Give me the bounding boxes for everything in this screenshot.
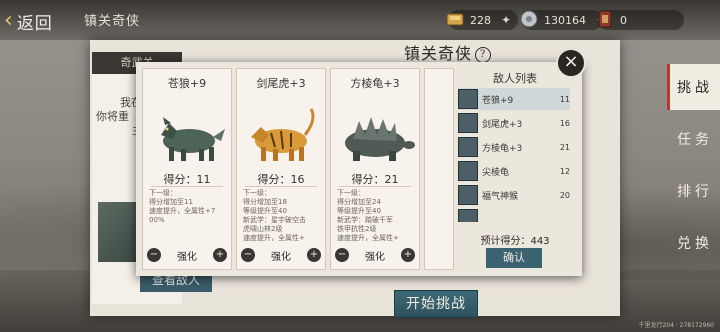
footer-id: 千里龙行204 · 278172960	[638, 322, 714, 329]
upgrade-row: − 强化 +	[241, 247, 321, 263]
enemy-card-partial	[424, 68, 454, 270]
enemy-score: 得分：21	[351, 173, 399, 186]
upgrade-label[interactable]: 强化	[365, 248, 385, 263]
divider	[245, 186, 317, 187]
enemy-score: 得分：16	[257, 173, 305, 186]
back-label: 返回	[16, 13, 53, 34]
enemy-card: 方棱龟+3 得分：21 下一级： 得分增加至24 等级提升至40 新武学：踏破千军 …	[330, 68, 420, 270]
wolf-portrait	[161, 117, 225, 161]
tiger-portrait	[251, 108, 315, 161]
list-item[interactable]: 苍狼+9 11	[458, 88, 570, 110]
tiger-avatar-icon	[458, 113, 478, 133]
increase-level-icon[interactable]: +	[307, 248, 321, 262]
divider	[151, 186, 223, 187]
enemy-name: 剑尾虎+3	[256, 77, 306, 90]
back-chevron-icon: ‹	[4, 8, 13, 33]
upgrade-row: − 强化 +	[335, 247, 415, 263]
increase-level-icon[interactable]: +	[401, 248, 415, 262]
enemy-card: 剑尾虎+3 得分：16 下一级： 得分增加至18 等级提升至40 新武学：星宇破空击…	[236, 68, 326, 270]
enemy-name: 方棱龟+3	[350, 77, 400, 90]
tab-exchange[interactable]: 兑换	[670, 220, 720, 266]
silver-coin-icon	[520, 10, 538, 28]
upgrade-label[interactable]: 强化	[177, 248, 197, 263]
page-title: 镇关奇侠?	[404, 40, 492, 64]
add-gold-icon[interactable]: ✦	[501, 13, 511, 27]
decrease-level-icon[interactable]: −	[335, 248, 349, 262]
gold-ingot-icon	[446, 13, 464, 26]
upgrade-description: 下一级： 得分增加至24 等级提升至40 新武学：踏破千军 铁甲抗性2级 速度提升，全…	[337, 189, 399, 242]
turtle-avatar-icon	[458, 137, 478, 157]
list-item[interactable]: 福气神猴 20	[458, 184, 570, 206]
upgrade-label[interactable]: 强化	[271, 248, 291, 263]
enemy-list-panel: 敌人列表 苍狼+9 11 剑尾虎+3 16 方棱龟+3 21 尖棱龟 12 福气神猴 20…	[456, 68, 574, 268]
silver-value: 130164	[544, 13, 586, 27]
wolf-avatar-icon	[458, 89, 478, 109]
breadcrumb: 镇关奇侠	[84, 14, 141, 29]
turtle-avatar-icon	[458, 161, 478, 181]
token-icon	[598, 10, 612, 28]
upgrade-description: 下一级： 得分增加至18 等级提升至40 新武学：星宇破空击 虎啸山林2级 速度提升，…	[243, 189, 306, 242]
enemy-popup: 苍狼+9 得分：11 下一级： 得分增加至11 速度提升，全属性+7 00% − 强…	[136, 62, 582, 276]
token-value: 0	[620, 13, 627, 27]
turtle-portrait	[345, 117, 415, 161]
enemy-avatar-icon	[458, 209, 478, 222]
close-icon[interactable]: ×	[556, 48, 586, 78]
help-icon[interactable]: ?	[475, 47, 492, 63]
stage-card-text-2: 你将重	[96, 110, 129, 123]
decrease-level-icon[interactable]: −	[241, 248, 255, 262]
gold-resource[interactable]: 228 ✦	[446, 10, 518, 30]
silver-resource[interactable]: 130164 ✦	[520, 10, 606, 30]
tab-challenge[interactable]: 挑战	[667, 64, 720, 110]
upgrade-description: 下一级： 得分增加至11 速度提升，全属性+7 00%	[149, 189, 216, 224]
enemy-list-title: 敌人列表	[493, 72, 537, 85]
back-button[interactable]: ‹ 返回	[4, 8, 53, 34]
enemy-list[interactable]: 苍狼+9 11 剑尾虎+3 16 方棱龟+3 21 尖棱龟 12 福气神猴 20	[458, 88, 570, 222]
monkey-avatar-icon	[458, 185, 478, 205]
estimated-score: 预计得分：443	[480, 236, 550, 247]
gold-value: 228	[470, 13, 491, 27]
increase-level-icon[interactable]: +	[213, 248, 227, 262]
list-item[interactable]	[458, 208, 570, 222]
decrease-level-icon[interactable]: −	[147, 248, 161, 262]
tab-ranking[interactable]: 排行	[670, 168, 720, 214]
confirm-button[interactable]: 确认	[486, 248, 542, 268]
list-item[interactable]: 尖棱龟 12	[458, 160, 570, 182]
tab-tasks[interactable]: 任务	[670, 116, 720, 162]
upgrade-row: − 强化 +	[147, 247, 227, 263]
list-item[interactable]: 剑尾虎+3 16	[458, 112, 570, 134]
list-item[interactable]: 方棱龟+3 21	[458, 136, 570, 158]
enemy-name: 苍狼+9	[167, 77, 207, 90]
enemy-score: 得分：11	[163, 173, 211, 186]
divider	[339, 186, 411, 187]
enemy-card: 苍狼+9 得分：11 下一级： 得分增加至11 速度提升，全属性+7 00% − 强…	[142, 68, 232, 270]
start-challenge-button[interactable]: 开始挑战	[394, 290, 478, 318]
token-resource[interactable]: 0	[598, 10, 684, 30]
